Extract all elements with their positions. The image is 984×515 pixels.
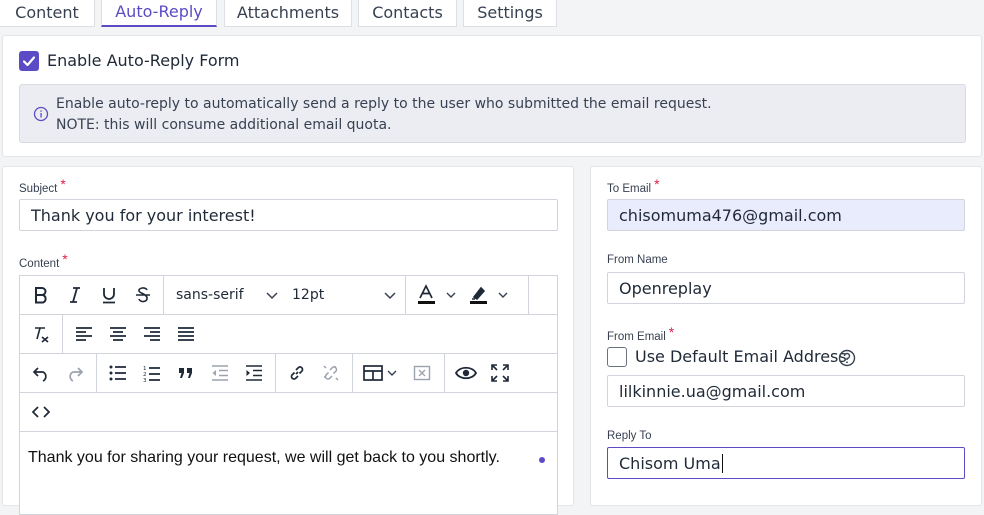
text-color-icon[interactable]	[416, 284, 460, 306]
tab-label: Contacts	[372, 2, 443, 22]
align-right-icon[interactable]	[141, 323, 163, 345]
required-mark: *	[668, 324, 675, 340]
bold-icon[interactable]	[30, 284, 52, 306]
toolbar-row-4	[20, 393, 557, 432]
toolbar-group-format	[20, 276, 164, 314]
outdent-icon[interactable]	[209, 362, 231, 384]
rich-text-editor: sans-serif 12pt 1 2 3 Thank you for shar…	[19, 275, 558, 515]
from-name-label: From Name	[607, 254, 668, 266]
reply-to-value: Chisom Uma	[619, 453, 721, 473]
toolbar-group-align	[63, 315, 202, 353]
underline-icon[interactable]	[98, 284, 120, 306]
check-icon	[22, 56, 36, 67]
tab-bar: Content Auto-Reply Attachments Contacts …	[0, 0, 984, 27]
strikethrough-icon[interactable]	[132, 284, 154, 306]
font-family-select[interactable]: sans-serif	[176, 276, 282, 314]
from-email-label: From Email *	[607, 324, 675, 343]
editor-dot-marker	[539, 457, 545, 463]
info-box: Enable auto-reply to automatically send …	[19, 84, 966, 143]
font-size-select[interactable]: 12pt	[292, 276, 402, 314]
editor-body-text[interactable]: Thank you for sharing your request, we w…	[28, 449, 500, 467]
required-mark: *	[62, 251, 68, 267]
from-name-input[interactable]: Openreplay	[607, 272, 965, 304]
content-label: Content *	[19, 251, 68, 270]
delete-table-icon[interactable]	[411, 362, 433, 384]
svg-text:3: 3	[143, 378, 147, 382]
toolbar-group-history	[20, 354, 97, 392]
toolbar-group-clear	[20, 315, 63, 353]
source-code-icon[interactable]	[30, 401, 52, 423]
toolbar-group-view	[445, 354, 559, 392]
font-family-value: sans-serif	[176, 287, 244, 303]
tab-label: Content	[15, 2, 79, 22]
toolbar-group-color	[406, 276, 529, 314]
enable-auto-reply-checkbox[interactable]	[19, 51, 39, 71]
align-left-icon[interactable]	[73, 323, 95, 345]
info-icon	[33, 106, 49, 122]
table-icon[interactable]	[363, 362, 401, 384]
redo-icon[interactable]	[64, 362, 86, 384]
reply-to-label: Reply To	[607, 430, 652, 442]
reply-to-input[interactable]: Chisom Uma	[607, 447, 965, 479]
italic-icon[interactable]	[64, 284, 86, 306]
to-email-input[interactable]: chisomuma476@gmail.com	[607, 199, 965, 231]
to-email-label: To Email *	[607, 176, 660, 195]
reply-content-card: Subject * Thank you for your interest! Co…	[2, 166, 574, 515]
from-email-input[interactable]: lilkinnie.ua@gmail.com	[607, 375, 965, 407]
preview-eye-icon[interactable]	[455, 362, 477, 384]
subject-label: Subject *	[19, 176, 66, 195]
use-default-email-checkbox[interactable]	[607, 347, 627, 367]
fullscreen-icon[interactable]	[489, 362, 511, 384]
tab-contacts[interactable]: Contacts	[358, 0, 457, 27]
numbered-list-icon[interactable]: 123	[141, 362, 163, 384]
help-icon[interactable]	[838, 349, 856, 367]
tab-content[interactable]: Content	[0, 0, 95, 27]
info-text-line2: NOTE: this will consume additional email…	[56, 117, 392, 133]
text-caret	[721, 453, 723, 473]
chevron-down-icon	[266, 292, 278, 300]
enable-auto-reply-card: Enable Auto-Reply Form Enable auto-reply…	[2, 35, 982, 157]
to-email-value: chisomuma476@gmail.com	[619, 205, 842, 225]
from-name-value: Openreplay	[619, 278, 712, 298]
undo-icon[interactable]	[30, 362, 52, 384]
required-mark: *	[654, 176, 660, 192]
chevron-down-icon	[384, 292, 396, 300]
tab-label: Attachments	[236, 2, 340, 22]
clear-formatting-icon[interactable]	[30, 323, 52, 345]
toolbar-group-lists: 123	[97, 354, 276, 392]
toolbar-group-table	[353, 354, 445, 392]
reply-settings-card: To Email * chisomuma476@gmail.com From Na…	[590, 166, 982, 506]
unlink-icon[interactable]	[320, 362, 342, 384]
tab-auto-reply[interactable]: Auto-Reply	[101, 0, 217, 27]
tab-attachments[interactable]: Attachments	[224, 0, 352, 27]
required-mark: *	[60, 176, 66, 192]
use-default-email-label[interactable]: Use Default Email Address	[635, 347, 847, 366]
bullet-list-icon[interactable]	[107, 362, 129, 384]
tab-settings[interactable]: Settings	[463, 0, 557, 27]
blockquote-icon[interactable]	[175, 362, 197, 384]
enable-auto-reply-label[interactable]: Enable Auto-Reply Form	[47, 51, 240, 70]
align-justify-icon[interactable]	[175, 323, 197, 345]
tab-label: Auto-Reply	[115, 2, 203, 21]
font-size-value: 12pt	[292, 287, 325, 303]
toolbar-group-font: 12pt	[282, 276, 406, 314]
subject-value: Thank you for your interest!	[31, 205, 256, 225]
toolbar-row-1: sans-serif 12pt	[20, 276, 557, 315]
highlight-color-icon[interactable]	[468, 284, 512, 306]
tab-label: Settings	[477, 2, 543, 22]
toolbar-row-3: 123	[20, 354, 557, 393]
toolbar-group-links	[276, 354, 353, 392]
indent-icon[interactable]	[243, 362, 265, 384]
align-center-icon[interactable]	[107, 323, 129, 345]
link-icon[interactable]	[286, 362, 308, 384]
toolbar-row-2	[20, 315, 557, 354]
subject-input[interactable]: Thank you for your interest!	[19, 199, 558, 231]
from-email-value: lilkinnie.ua@gmail.com	[619, 381, 806, 401]
info-text-line1: Enable auto-reply to automatically send …	[56, 96, 712, 112]
